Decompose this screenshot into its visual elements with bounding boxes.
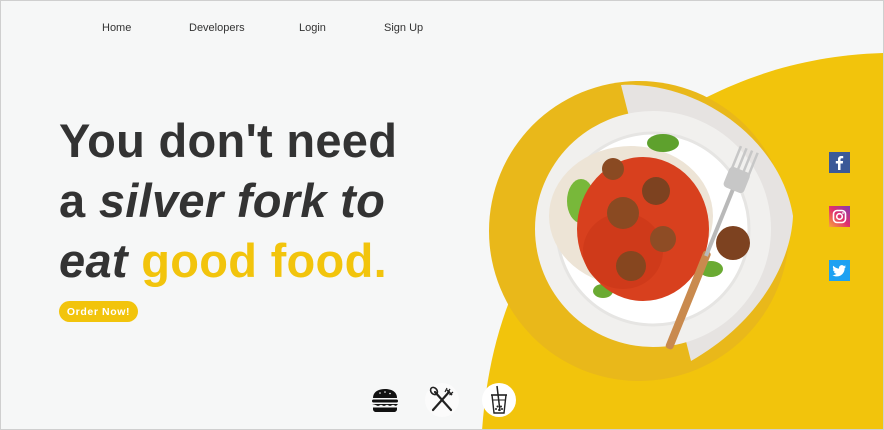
landing-page: Home Developers Login Sign Up You don't … [0, 0, 884, 430]
placemat [489, 81, 789, 381]
facebook-icon[interactable] [829, 152, 850, 173]
nav-login[interactable]: Login [299, 22, 326, 34]
hero-line-1: You don't need [59, 114, 398, 167]
yellow-blob [482, 53, 883, 429]
hero-line-2-start: a [59, 174, 99, 227]
instagram-icon[interactable] [829, 206, 850, 227]
hero-heading: You don't need a silver fork to eat good… [59, 111, 479, 291]
plate-inner [555, 131, 751, 327]
nav-developers[interactable]: Developers [189, 22, 245, 34]
hero-line-3-space [128, 234, 141, 287]
hero-line-2-emphasis: silver fork to [98, 174, 386, 227]
hero-line-3-emphasis: eat [59, 234, 128, 287]
hero-line-2: a silver fork to [59, 171, 479, 231]
hero-line-3: eat good food. [59, 231, 479, 291]
hero-highlight: good food. [141, 234, 387, 287]
nav-home[interactable]: Home [102, 22, 131, 34]
nav-sign-up[interactable]: Sign Up [384, 22, 423, 34]
bubble-tea-icon[interactable] [482, 383, 516, 417]
order-now-button[interactable]: Order Now! [59, 301, 138, 322]
burger-icon[interactable] [368, 383, 402, 417]
plate [535, 111, 771, 347]
placemat-shade [621, 84, 793, 361]
main-nav: Home Developers Login Sign Up [1, 22, 501, 36]
twitter-icon[interactable] [829, 260, 850, 281]
fork [665, 145, 759, 350]
cutlery-icon[interactable] [425, 383, 459, 417]
